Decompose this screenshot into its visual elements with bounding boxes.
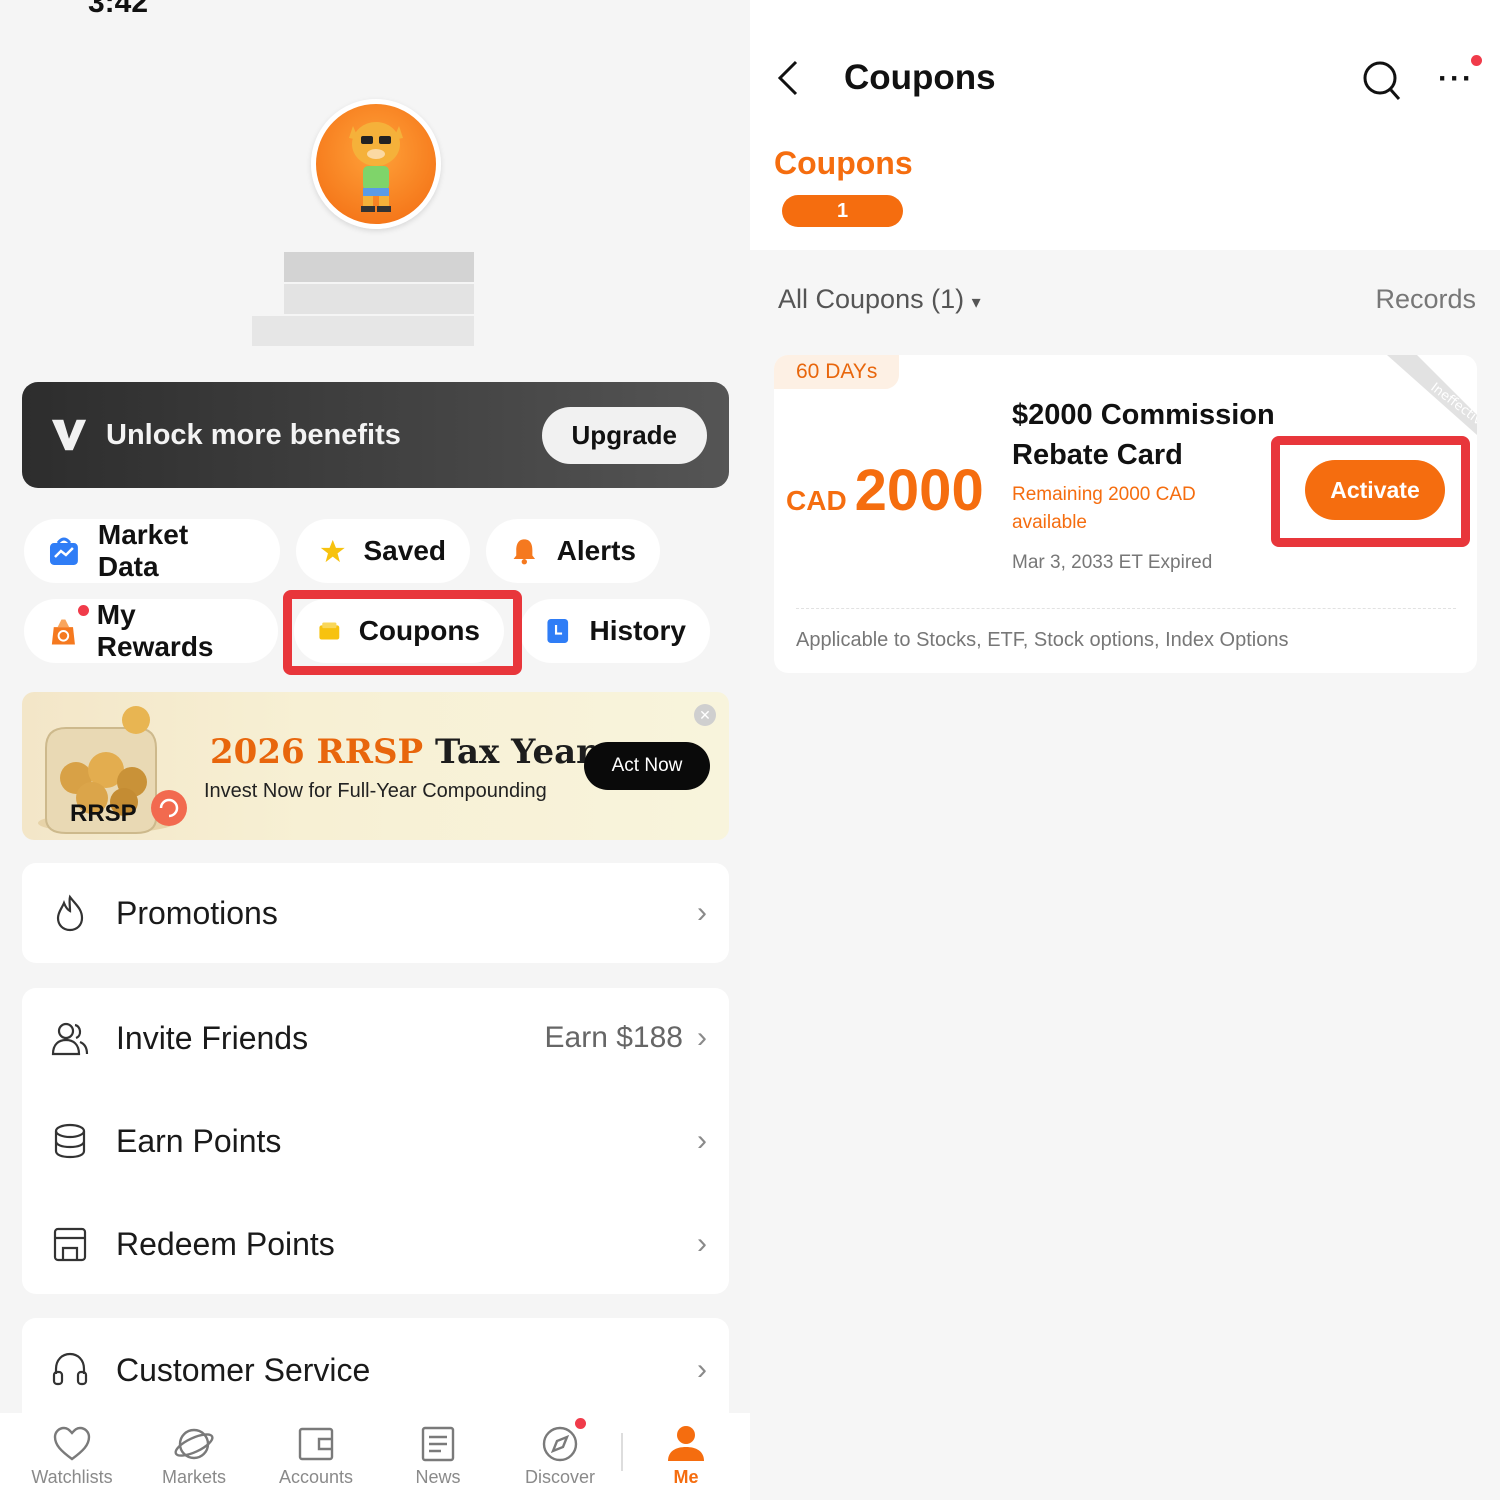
menu-row-invite-friends[interactable]: Invite Friends Earn $188 › <box>22 988 729 1088</box>
coupon-duration-badge: 60 DAYs <box>774 355 900 389</box>
coupon-amount: CAD 2000 <box>786 458 984 523</box>
shortcut-label: History <box>589 615 686 646</box>
banner-subtitle: Invest Now for Full-Year Compounding <box>204 780 547 802</box>
vip-upgrade-banner[interactable]: Unlock more benefits Upgrade <box>22 382 729 488</box>
shortcut-history[interactable]: History <box>520 599 710 663</box>
planet-icon <box>174 1428 214 1460</box>
menu-row-customer-service[interactable]: Customer Service › <box>22 1320 729 1420</box>
dropdown-caret-icon: ▾ <box>971 292 981 312</box>
menu-row-promotions[interactable]: Promotions › <box>22 863 729 963</box>
tab-label: Markets <box>161 1467 226 1487</box>
back-arrow-icon[interactable] <box>774 58 804 98</box>
person-icon <box>668 1426 704 1461</box>
tab-discover[interactable]: Discover <box>505 1413 615 1500</box>
star-icon <box>320 539 345 563</box>
coupons-screen: 3:42 Coupons ··· Coupons 1 All Coupons (… <box>750 0 1500 1500</box>
coupon-expiry: Mar 3, 2033 ET Expired <box>1012 552 1213 573</box>
history-icon <box>547 618 569 644</box>
shortcut-saved[interactable]: Saved <box>296 519 470 583</box>
more-options-icon[interactable]: ··· <box>1438 62 1474 96</box>
bell-icon <box>513 539 536 565</box>
tab-me[interactable]: Me <box>631 1413 741 1500</box>
coupon-applicable-text: Applicable to Stocks, ETF, Stock options… <box>796 629 1289 651</box>
avatar[interactable] <box>311 99 441 229</box>
store-icon <box>53 1227 87 1262</box>
menu-label: Invite Friends <box>116 1019 309 1056</box>
mascot-icon <box>349 122 403 212</box>
screenshot-composite: 3:42 Unlock more benefits Upgrade Market… <box>0 0 1500 1500</box>
coupon-count-badge: 1 <box>782 195 903 227</box>
chevron-right-icon: › <box>697 1124 707 1157</box>
tab-markets[interactable]: Markets <box>139 1413 249 1500</box>
compass-icon <box>542 1426 578 1462</box>
shortcut-my-rewards[interactable]: My Rewards <box>24 599 278 663</box>
upgrade-button[interactable]: Upgrade <box>541 406 707 464</box>
coupon-title: $2000 Commission Rebate Card <box>1012 399 1275 471</box>
banner-title: 2026 RRSP Tax Year <box>210 732 595 772</box>
coins-stack-icon <box>54 1123 86 1159</box>
promotions-card: Promotions › <box>22 863 729 963</box>
tab-label: Me <box>673 1467 699 1487</box>
news-icon <box>421 1426 455 1462</box>
tab-label: Accounts <box>278 1467 354 1487</box>
chevron-right-icon: › <box>697 1021 707 1054</box>
shortcut-label: Alerts <box>556 535 636 566</box>
status-time: 3:42 <box>88 0 149 19</box>
tab-coupons[interactable]: Coupons <box>774 145 913 182</box>
friends-icon <box>51 1022 89 1056</box>
blurred-username <box>252 228 502 350</box>
coupons-highlight-box <box>283 590 522 675</box>
menu-row-redeem-points[interactable]: Redeem Points › <box>22 1194 729 1294</box>
search-icon[interactable] <box>1362 60 1402 102</box>
menu-row-earn-points[interactable]: Earn Points › <box>22 1091 729 1191</box>
menu-label: Customer Service <box>116 1351 371 1388</box>
headset-icon <box>52 1352 88 1386</box>
page-title: Coupons <box>844 58 996 97</box>
menu-label: Redeem Points <box>116 1225 335 1262</box>
menu-label: Promotions <box>116 894 278 931</box>
wallet-icon <box>298 1427 334 1461</box>
shortcut-label: My Rewards <box>96 599 214 662</box>
bottom-tab-bar: Watchlists Markets Accounts News Discove… <box>0 1413 750 1500</box>
rrsp-jar-label: RRSP <box>70 800 137 827</box>
records-link[interactable]: Records <box>1375 284 1476 315</box>
new-badge-dot <box>78 605 89 616</box>
close-icon[interactable]: ✕ <box>694 704 716 726</box>
new-badge-dot <box>575 1418 586 1429</box>
tab-label: Discover <box>524 1467 595 1487</box>
tab-watchlists[interactable]: Watchlists <box>17 1413 127 1500</box>
chevron-right-icon: › <box>697 1353 707 1386</box>
notification-dot <box>1471 55 1482 66</box>
shortcut-alerts[interactable]: Alerts <box>486 519 660 583</box>
points-card: Invite Friends Earn $188 › Earn Points ›… <box>22 988 729 1294</box>
flame-icon <box>56 894 84 932</box>
coupons-header: Coupons ··· Coupons 1 <box>750 0 1500 250</box>
ineffective-ribbon: Ineffective <box>1387 355 1477 435</box>
chevron-right-icon: › <box>697 896 707 929</box>
rewards-icon <box>51 619 75 645</box>
invite-reward-text: Earn $188 <box>544 1021 683 1054</box>
menu-label: Earn Points <box>116 1122 282 1159</box>
shortcut-market-data[interactable]: Market Data <box>24 519 280 583</box>
shortcut-label: Market Data <box>97 519 189 582</box>
activate-highlight-box <box>1271 436 1470 547</box>
shortcut-label: Saved <box>363 535 447 566</box>
v-logo-icon <box>51 419 87 451</box>
chevron-right-icon: › <box>697 1227 707 1260</box>
coupon-remaining: Remaining 2000 CAD available <box>1012 484 1196 533</box>
tab-news[interactable]: News <box>383 1413 493 1500</box>
divider <box>796 608 1456 609</box>
all-coupons-filter[interactable]: All Coupons (1) ▾ <box>778 284 981 315</box>
market-data-icon <box>49 537 78 565</box>
heart-icon <box>53 1426 91 1461</box>
me-screen: 3:42 Unlock more benefits Upgrade Market… <box>0 0 750 1500</box>
rrsp-promo-banner[interactable]: RRSP 2026 RRSP Tax Year Invest Now for F… <box>22 692 729 840</box>
tab-label: News <box>415 1467 461 1487</box>
tab-accounts[interactable]: Accounts <box>261 1413 371 1500</box>
tab-divider <box>621 1433 623 1471</box>
tab-label: Watchlists <box>31 1467 113 1487</box>
act-now-button[interactable]: Act Now <box>584 742 710 790</box>
vip-text: Unlock more benefits <box>106 418 401 451</box>
